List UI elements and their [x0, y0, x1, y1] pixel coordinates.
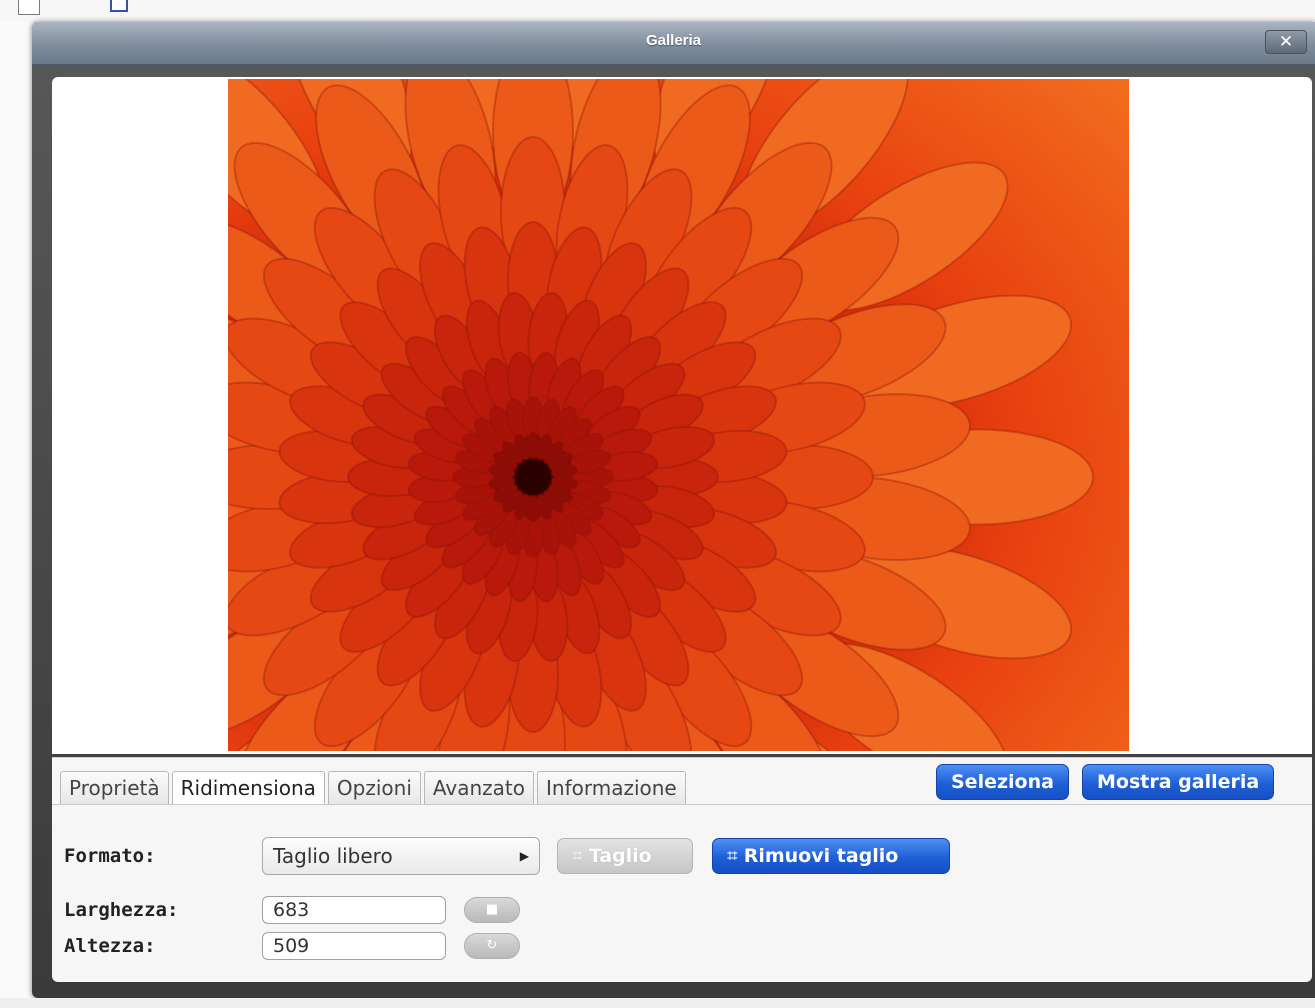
width-label: Larghezza:	[64, 899, 179, 921]
crop-icon: ⌗	[727, 845, 738, 867]
tab-bar: Proprietà Ridimensiona Opzioni Avanzato …	[60, 771, 689, 805]
dialog-title: Galleria	[645, 32, 702, 49]
dialog-titlebar[interactable]: Galleria ✕	[32, 22, 1315, 65]
close-button[interactable]: ✕	[1265, 30, 1307, 54]
remove-crop-button[interactable]: ⌗ Rimuovi taglio	[712, 838, 950, 874]
tab-resize[interactable]: Ridimensiona	[171, 771, 325, 805]
tab-options[interactable]: Opzioni	[327, 771, 421, 804]
format-select-value: Taglio libero	[273, 844, 393, 868]
image-preview	[52, 77, 1312, 754]
height-label: Altezza:	[64, 935, 156, 957]
lock-icon: ■	[485, 902, 499, 917]
background-toolbar-icon	[110, 0, 128, 12]
gallery-dialog: Galleria ✕ Proprietà Ridimensiona Opzion…	[32, 22, 1315, 998]
preview-image[interactable]	[228, 79, 1129, 751]
background-page	[0, 22, 35, 1008]
format-label: Formato:	[64, 845, 156, 867]
tab-advanced[interactable]: Avanzato	[423, 771, 534, 804]
close-icon: ✕	[1278, 32, 1294, 52]
width-input[interactable]: 683	[262, 896, 446, 924]
remove-crop-label: Rimuovi taglio	[743, 845, 899, 867]
height-input[interactable]: 509	[262, 932, 446, 960]
triangle-right-icon: ▶	[519, 849, 529, 863]
crop-icon: ⌗	[572, 845, 583, 867]
reset-size-button[interactable]: ↻	[464, 933, 520, 959]
image-properties-panel: Proprietà Ridimensiona Opzioni Avanzato …	[52, 757, 1312, 982]
background-footer	[0, 998, 1315, 1008]
select-button[interactable]: Seleziona	[936, 764, 1069, 800]
crop-button-label: Taglio	[588, 845, 652, 867]
crop-button[interactable]: ⌗ Taglio	[557, 838, 693, 874]
flower-center	[515, 459, 551, 495]
tab-information[interactable]: Informazione	[537, 771, 686, 804]
lock-ratio-button[interactable]: ■	[464, 897, 520, 923]
show-gallery-button[interactable]: Mostra galleria	[1082, 764, 1275, 800]
background-toolbar-icon	[18, 0, 40, 15]
background-toolbar	[0, 0, 1315, 23]
reset-icon: ↻	[486, 938, 498, 953]
tab-divider	[52, 804, 1312, 805]
tab-properties[interactable]: Proprietà	[60, 771, 169, 804]
flower-photo	[228, 79, 1129, 751]
format-select[interactable]: Taglio libero ▶	[262, 837, 540, 875]
